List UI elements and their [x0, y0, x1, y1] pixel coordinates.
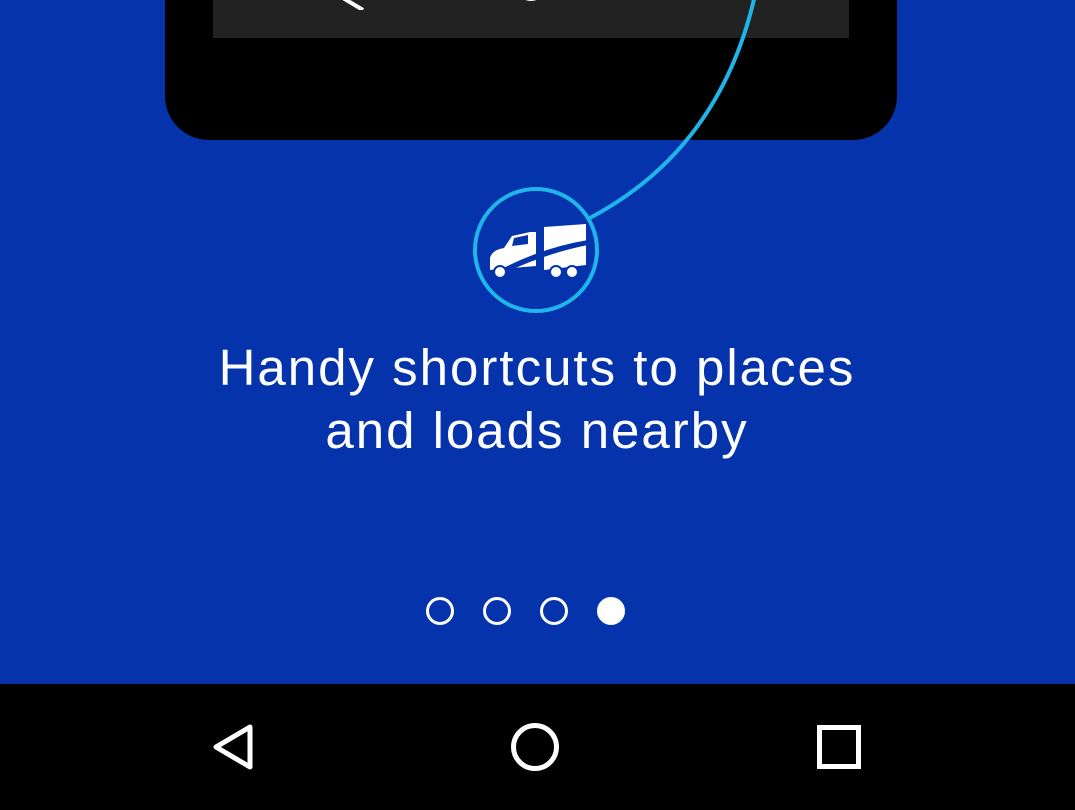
home-circle-icon[interactable] [509, 721, 561, 773]
system-navigation-bar [0, 684, 1075, 810]
truck-icon-badge [473, 187, 599, 313]
onboarding-headline: Handy shortcuts to places and loads near… [137, 336, 937, 462]
headline-line-2: and loads nearby [325, 402, 749, 459]
headline-line-1: Handy shortcuts to places [218, 339, 856, 396]
page-dot-1[interactable] [426, 597, 454, 625]
page-dot-3[interactable] [540, 597, 568, 625]
page-dot-2[interactable] [483, 597, 511, 625]
onboarding-screen: Handy shortcuts to places and loads near… [0, 0, 1075, 684]
truck-icon [490, 224, 588, 279]
recents-square-icon[interactable] [813, 721, 865, 773]
page-dot-4-active[interactable] [597, 597, 625, 625]
back-triangle-icon[interactable] [208, 721, 260, 773]
page-indicator [426, 597, 625, 629]
